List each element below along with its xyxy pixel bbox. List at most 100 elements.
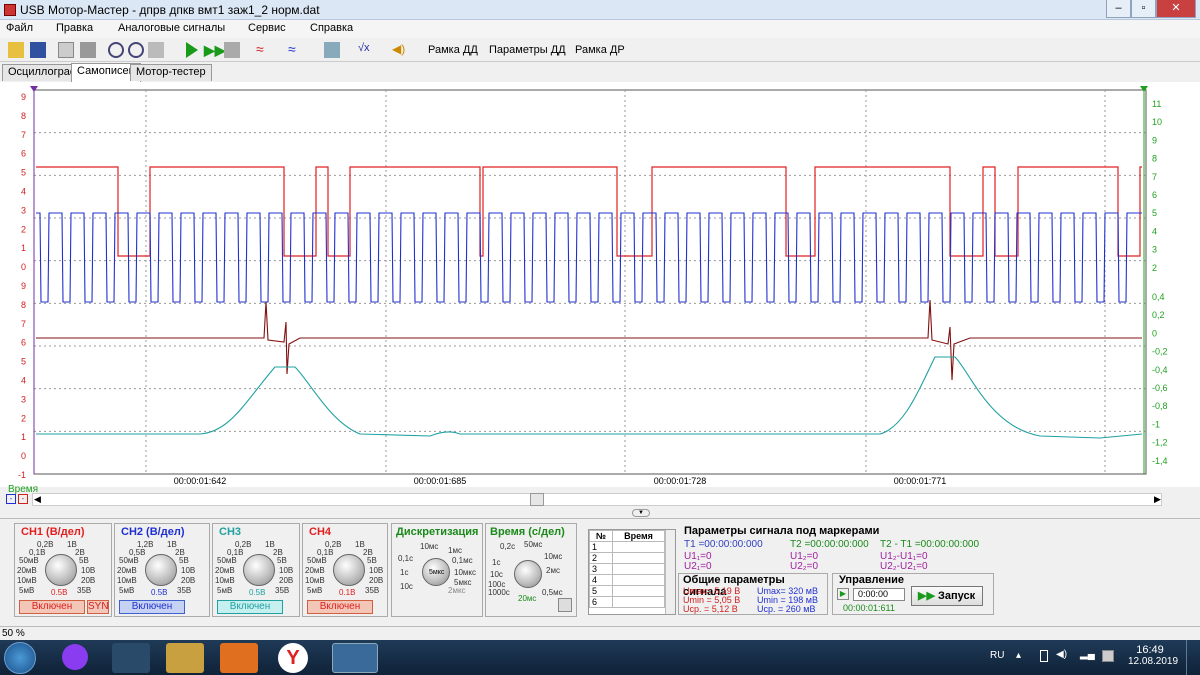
- left-axis-tick: 2: [21, 413, 26, 423]
- channel-2-enable-button[interactable]: Включен: [119, 600, 185, 614]
- right-axis-tick: -1,2: [1152, 438, 1168, 448]
- motor-master-task-icon[interactable]: [332, 643, 378, 673]
- channel-3-panel: CH3 0,2В 1В 0,1В 2В 50мВ 5В 20мВ 10В 10мВ 20В 5мВ 35…: [212, 523, 300, 617]
- export-icon[interactable]: [148, 42, 164, 58]
- zoom-out-icon[interactable]: [128, 42, 144, 58]
- knob-label: 20мВ: [17, 566, 37, 575]
- media-player-icon[interactable]: [220, 643, 258, 673]
- scroll-track[interactable]: [32, 493, 1162, 506]
- sound-icon[interactable]: ◀): [392, 42, 405, 56]
- left-axis-tick: 8: [21, 111, 26, 121]
- tray-arrow-icon[interactable]: ▴: [1016, 650, 1021, 661]
- zoom-minus-button[interactable]: -: [6, 494, 16, 504]
- timediv-settings-icon[interactable]: [558, 598, 572, 612]
- knob-label: 5мВ: [217, 586, 233, 595]
- timediv-knob[interactable]: [514, 560, 542, 588]
- alice-icon[interactable]: [62, 644, 88, 670]
- signal-icon[interactable]: ▂▄: [1080, 649, 1095, 660]
- tab-motor-tester[interactable]: Мотор-тестер: [130, 64, 212, 81]
- play-icon[interactable]: [186, 42, 198, 58]
- sqrt-icon[interactable]: √x: [358, 42, 370, 54]
- table-row[interactable]: 3: [588, 563, 665, 575]
- channel-3-knob[interactable]: [243, 554, 275, 586]
- table-row[interactable]: 4: [588, 574, 665, 586]
- channel-1-enable-button[interactable]: Включен: [19, 600, 85, 614]
- network-icon[interactable]: [1102, 650, 1114, 662]
- plot-frame: [33, 89, 1147, 475]
- marker-params-title: Параметры сигнала под маркерами: [684, 525, 880, 537]
- signal-blue-icon[interactable]: ≈: [288, 41, 296, 57]
- fast-play-icon[interactable]: ▶▶: [204, 42, 226, 59]
- scroll-thumb[interactable]: [530, 493, 544, 506]
- params-dd-button[interactable]: Параметры ДД: [489, 44, 566, 56]
- left-axis-tick: 9: [21, 281, 26, 291]
- markers-table[interactable]: № Время 1 2 3 4 5 6: [588, 529, 676, 615]
- collapse-panel-button[interactable]: ▼: [632, 509, 650, 517]
- table-row[interactable]: 5: [588, 585, 665, 597]
- knob-label: 50мВ: [217, 556, 237, 565]
- menu-help[interactable]: Справка: [310, 22, 353, 34]
- play-small-icon[interactable]: ▶: [837, 588, 849, 600]
- knob-label: 20В: [279, 576, 294, 585]
- scope-plot[interactable]: 98765432109876543210-11110987654320,40,2…: [0, 82, 1200, 487]
- save-icon[interactable]: [30, 42, 46, 58]
- scope-display[interactable]: 9 8 7 6 5 4 3 2 1 0 9 8 7 6 5 4 3 2 1 0 -1 11 10 9 8 7 6 5 4 3 2 0,4 0,2…: [0, 82, 1200, 487]
- language-indicator[interactable]: RU: [990, 650, 1004, 661]
- menu-file[interactable]: Файл: [6, 22, 33, 34]
- zoom-in-icon[interactable]: [108, 42, 124, 58]
- knob-label: 5В: [79, 556, 89, 565]
- print-icon[interactable]: [80, 42, 96, 58]
- menu-analog[interactable]: Аналоговые сигналы: [118, 22, 225, 34]
- markers-scrollbar[interactable]: [665, 530, 675, 614]
- knob-label: 10мВ: [17, 576, 37, 585]
- right-axis-tick: 5: [1152, 208, 1157, 218]
- stop-icon[interactable]: [224, 42, 240, 58]
- battery-icon[interactable]: [1040, 650, 1048, 662]
- channel-2-knob[interactable]: [145, 554, 177, 586]
- minimize-button[interactable]: –: [1106, 0, 1131, 18]
- explorer-icon[interactable]: [166, 643, 204, 673]
- menu-edit[interactable]: Правка: [56, 22, 93, 34]
- channel-1-panel: CH1 (В/дел) 0,2В 1В 0,1В 2В 50мВ 5В 20мВ 10В 10мВ…: [14, 523, 112, 617]
- sync-button[interactable]: SYN: [87, 600, 109, 614]
- volume-icon[interactable]: ◀): [1056, 649, 1067, 660]
- start-menu-icon[interactable]: [4, 642, 36, 674]
- channel-1-knob[interactable]: [45, 554, 77, 586]
- open-icon[interactable]: [8, 42, 24, 58]
- start-button[interactable]: ▶▶ Запуск: [911, 586, 983, 606]
- channel-4-enable-button[interactable]: Включен: [307, 600, 373, 614]
- channel-4-knob[interactable]: [333, 554, 365, 586]
- yandex-browser-icon[interactable]: Y: [278, 643, 308, 673]
- zoom-plus-button[interactable]: -: [18, 494, 28, 504]
- table-row[interactable]: 1: [588, 541, 665, 553]
- knob-label: 5В: [277, 556, 287, 565]
- control-title: Управление: [839, 574, 905, 586]
- left-axis-tick: 0: [21, 262, 26, 272]
- sampling-panel: Дискретизация 5мкс 10мс 1мс 0,1с 0,1мс 1…: [391, 523, 483, 617]
- close-button[interactable]: ✕: [1156, 0, 1196, 18]
- t2-value: T2 =00:00:00:000: [790, 539, 869, 550]
- ramka-dd-button[interactable]: Рамка ДД: [428, 44, 478, 56]
- knob-label: 10с: [490, 570, 503, 579]
- calculator-icon[interactable]: [324, 42, 340, 58]
- scroll-right-icon[interactable]: ▶: [1154, 494, 1161, 505]
- signal-red-icon[interactable]: ≈: [256, 41, 264, 57]
- start-icon: ▶▶: [918, 590, 935, 602]
- show-desktop-button[interactable]: [1186, 640, 1200, 675]
- ramka-dr-button[interactable]: Рамка ДР: [575, 44, 625, 56]
- scroll-left-icon[interactable]: ◀: [34, 494, 41, 505]
- channel-scale-value: 0.1В: [339, 588, 356, 597]
- table-row[interactable]: 6: [588, 596, 665, 608]
- menu-service[interactable]: Сервис: [248, 22, 286, 34]
- time-scrollbar[interactable]: - - ◀ ▶: [0, 492, 1170, 507]
- preview-icon[interactable]: [58, 42, 74, 58]
- clock[interactable]: 16:49 12.08.2019: [1128, 644, 1178, 667]
- channel-scale-value: 0.5В: [249, 588, 266, 597]
- maximize-button[interactable]: ▫: [1131, 0, 1156, 18]
- channel-scale-value: 0.5В: [51, 588, 68, 597]
- menu-bar: Файл Правка Аналоговые сигналы Сервис Сп…: [0, 20, 1200, 38]
- paint-icon[interactable]: [112, 643, 150, 673]
- table-row[interactable]: 2: [588, 552, 665, 564]
- time-input[interactable]: 0:00:00: [853, 588, 905, 601]
- channel-3-enable-button[interactable]: Включен: [217, 600, 283, 614]
